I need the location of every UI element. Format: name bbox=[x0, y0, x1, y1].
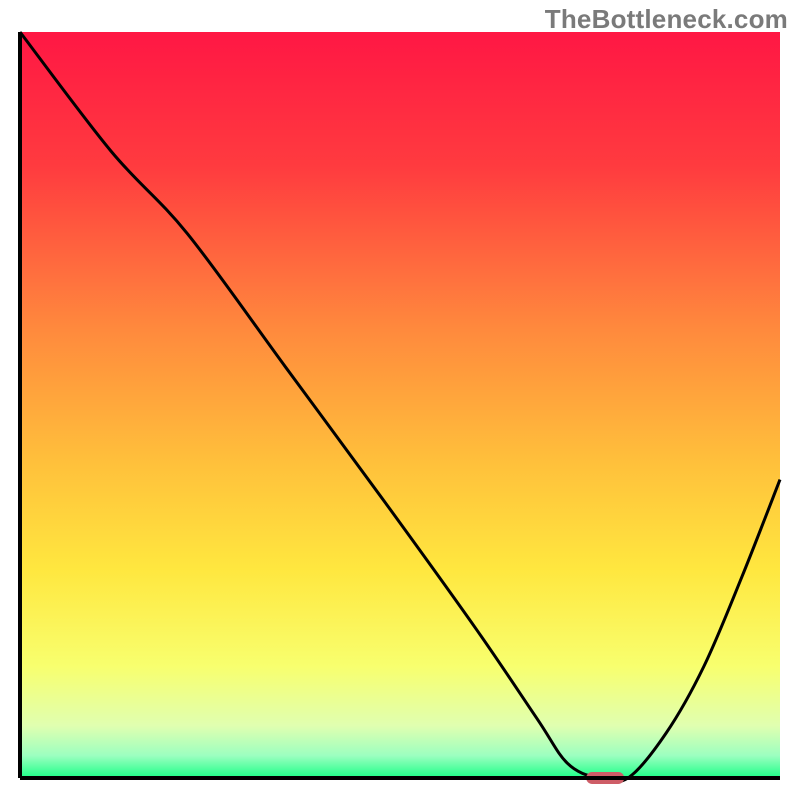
plot-background bbox=[20, 32, 780, 778]
bottleneck-chart bbox=[0, 0, 800, 800]
chart-container: TheBottleneck.com bbox=[0, 0, 800, 800]
